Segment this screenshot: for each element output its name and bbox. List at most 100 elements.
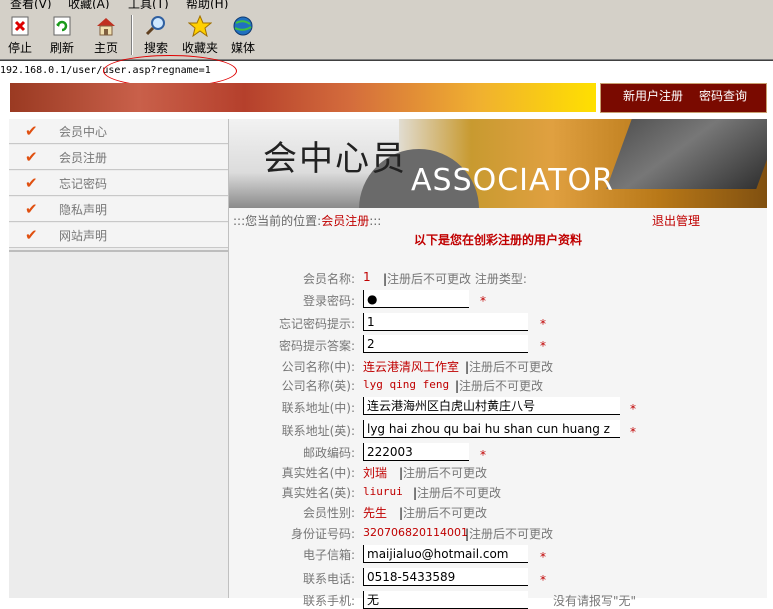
zip-label: 邮政编码: bbox=[302, 446, 355, 460]
breadcrumb-prefix: :::您当前的位置: bbox=[233, 214, 322, 228]
company-cn-label: 公司名称(中): bbox=[281, 360, 355, 374]
mobile-label: 联系手机: bbox=[302, 594, 355, 608]
toolbar-separator bbox=[131, 15, 133, 55]
member-name-label: 会员名称: bbox=[302, 272, 355, 286]
star-icon bbox=[187, 14, 213, 38]
favorites-label: 收藏夹 bbox=[181, 41, 218, 55]
main-content: :::您当前的位置:会员注册::: 退出管理 以下是您在创彩注册的用户资料 会员… bbox=[229, 208, 767, 609]
required-mark: * bbox=[630, 402, 636, 416]
check-icon: ✔ bbox=[25, 226, 38, 244]
breadcrumb-suffix: ::: bbox=[369, 214, 382, 228]
breadcrumb-current[interactable]: 会员注册 bbox=[321, 214, 369, 228]
refresh-label: 刷新 bbox=[49, 41, 74, 55]
header-chinese-title: 会中心员 bbox=[263, 139, 407, 179]
header-image: 会中心员 ASSOCIATOR bbox=[229, 119, 767, 208]
sidebar-item-privacy[interactable]: ✔ 隐私声明 bbox=[9, 197, 228, 222]
address-cn-input[interactable]: 连云港海州区白虎山村黄庄八号 bbox=[363, 397, 620, 415]
address-en-input[interactable]: lyg hai zhou qu bai hu shan cun huang z bbox=[363, 420, 620, 438]
hint-question-label: 忘记密码提示: bbox=[278, 317, 355, 331]
menu-help[interactable]: 帮助(H) bbox=[186, 0, 228, 9]
gender-label: 会员性别: bbox=[302, 506, 355, 520]
company-en-value: lyg qing feng bbox=[363, 378, 450, 391]
real-name-cn-value: 刘瑞 bbox=[363, 466, 388, 480]
company-en-label: 公司名称(英): bbox=[281, 379, 355, 393]
hint-answer-input[interactable]: 2 bbox=[363, 335, 528, 353]
sidebar-item-label: 忘记密码 bbox=[59, 177, 108, 191]
real-name-en-value: liurui bbox=[363, 485, 403, 498]
breadcrumb: :::您当前的位置:会员注册::: bbox=[233, 212, 381, 229]
new-user-register-link[interactable]: 新用户注册 bbox=[623, 87, 683, 104]
address-en-label: 联系地址(英): bbox=[281, 424, 355, 438]
menu-bar: 查看(V) 收藏(A) 工具(T) 帮助(H) bbox=[0, 0, 773, 9]
required-mark: * bbox=[540, 339, 546, 353]
menu-tools[interactable]: 工具(T) bbox=[128, 0, 169, 9]
real-name-cn-label: 真实姓名(中): bbox=[281, 466, 355, 480]
favorites-button[interactable]: 收藏夹 bbox=[178, 11, 222, 56]
real-name-en-label: 真实姓名(英): bbox=[281, 486, 355, 500]
sidebar-item-label: 网站声明 bbox=[59, 229, 108, 243]
logout-link[interactable]: 退出管理 bbox=[652, 212, 700, 229]
sidebar-divider bbox=[9, 250, 228, 252]
stop-icon bbox=[8, 15, 32, 37]
sidebar: ✔ 会员中心 ✔ 会员注册 ✔ 忘记密码 ✔ 隐私声明 ✔ 网站声明 bbox=[9, 119, 229, 598]
phone-label: 联系电话: bbox=[302, 572, 355, 586]
refresh-button[interactable]: 刷新 bbox=[46, 11, 78, 56]
top-banner: 新用户注册 密码查询 bbox=[0, 83, 773, 118]
gender-note: |注册后不可更改 bbox=[399, 506, 488, 520]
phone-input[interactable]: 0518-5433589 bbox=[363, 568, 528, 586]
password-query-link[interactable]: 密码查询 bbox=[699, 87, 747, 104]
search-icon bbox=[144, 15, 168, 37]
address-cn-label: 联系地址(中): bbox=[281, 401, 355, 415]
password-label: 登录密码: bbox=[302, 294, 355, 308]
banner-image bbox=[10, 83, 596, 112]
real-name-cn-note: |注册后不可更改 bbox=[399, 466, 488, 480]
browser-toolbar: 停止 刷新 主页 搜索 收藏夹 媒体 bbox=[0, 9, 773, 60]
banner-links: 新用户注册 密码查询 bbox=[600, 83, 767, 113]
email-label: 电子信箱: bbox=[302, 548, 355, 562]
media-icon bbox=[231, 15, 255, 37]
check-icon: ✔ bbox=[25, 174, 38, 192]
menu-favorites[interactable]: 收藏(A) bbox=[68, 0, 110, 9]
gender-value: 先生 bbox=[363, 506, 388, 520]
home-button[interactable]: 主页 bbox=[90, 11, 122, 56]
stop-button[interactable]: 停止 bbox=[4, 11, 36, 56]
sidebar-item-label: 会员中心 bbox=[59, 125, 108, 139]
required-mark: * bbox=[480, 448, 486, 462]
check-icon: ✔ bbox=[25, 200, 38, 218]
id-number-value: 320706820114001 bbox=[363, 526, 468, 539]
required-mark: * bbox=[540, 573, 546, 587]
check-icon: ✔ bbox=[25, 122, 38, 140]
company-en-note: |注册后不可更改 bbox=[455, 379, 544, 393]
real-name-en-note: |注册后不可更改 bbox=[413, 486, 502, 500]
refresh-icon bbox=[50, 15, 74, 37]
header-english-title: ASSOCIATOR bbox=[411, 163, 614, 198]
sidebar-item-site-statement[interactable]: ✔ 网站声明 bbox=[9, 223, 228, 248]
sidebar-item-label: 会员注册 bbox=[59, 151, 108, 165]
mobile-note: 没有请报写"无" bbox=[553, 594, 637, 608]
email-input[interactable]: maijialuo@hotmail.com bbox=[363, 545, 528, 563]
media-label: 媒体 bbox=[230, 41, 255, 55]
search-button[interactable]: 搜索 bbox=[140, 11, 172, 56]
menu-view[interactable]: 查看(V) bbox=[10, 0, 52, 9]
media-button[interactable]: 媒体 bbox=[227, 11, 259, 56]
hint-question-input[interactable]: 1 bbox=[363, 313, 528, 331]
hint-answer-label: 密码提示答案: bbox=[278, 339, 355, 353]
company-cn-note: |注册后不可更改 bbox=[465, 360, 554, 374]
member-name-value: 1 bbox=[363, 270, 371, 284]
sidebar-item-forgot-password[interactable]: ✔ 忘记密码 bbox=[9, 171, 228, 196]
required-mark: * bbox=[630, 425, 636, 439]
zip-input[interactable]: 222003 bbox=[363, 443, 469, 461]
mobile-input[interactable]: 无 bbox=[363, 591, 528, 609]
stop-label: 停止 bbox=[7, 41, 32, 55]
id-number-note: |注册后不可更改 bbox=[465, 527, 554, 541]
address-bar[interactable]: 192.168.0.1/user/user.asp?regname=1 bbox=[0, 55, 773, 87]
company-cn-value: 连云港清风工作室 bbox=[363, 360, 460, 374]
sidebar-item-member-center[interactable]: ✔ 会员中心 bbox=[9, 119, 228, 144]
sidebar-item-member-register[interactable]: ✔ 会员注册 bbox=[9, 145, 228, 170]
member-name-note: |注册后不可更改 注册类型: bbox=[383, 272, 527, 286]
id-number-label: 身份证号码: bbox=[290, 527, 355, 541]
required-mark: * bbox=[480, 294, 486, 308]
password-input[interactable]: ● bbox=[363, 290, 469, 308]
home-label: 主页 bbox=[93, 41, 118, 55]
check-icon: ✔ bbox=[25, 148, 38, 166]
